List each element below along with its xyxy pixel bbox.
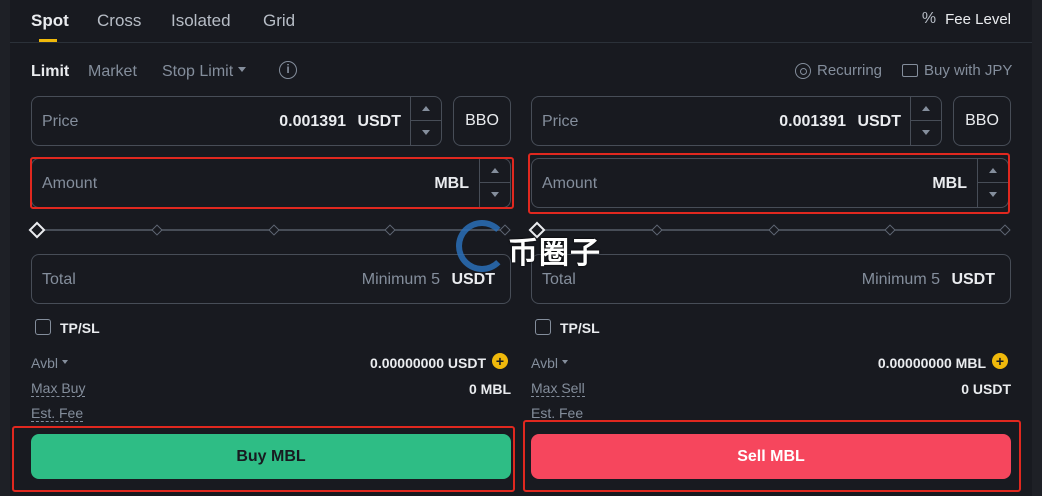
chevron-up-icon[interactable] [480, 159, 510, 183]
sell-avbl-value: 0.00000000 MBL [877, 355, 986, 371]
chevron-down-icon[interactable] [411, 121, 441, 145]
tab-grid[interactable]: Grid [263, 11, 295, 31]
sell-fee-label: Est. Fee [531, 405, 584, 422]
buy-price-unit: USDT [357, 113, 401, 130]
chevron-down-icon [61, 360, 68, 365]
sell-avbl-text: Avbl [531, 355, 558, 371]
tab-cross[interactable]: Cross [97, 11, 141, 31]
chevron-down-icon[interactable] [911, 121, 941, 145]
percent-icon: % [921, 10, 937, 27]
trade-panel: Spot Cross Isolated Grid % Fee Level Lim… [10, 0, 1032, 496]
slider-mark-25[interactable] [651, 224, 663, 236]
watermark-text: 币圈子 [508, 236, 601, 271]
slider-mark-100[interactable] [999, 224, 1011, 236]
sell-total-hint: Minimum 5 [861, 271, 940, 288]
buy-amount-stepper[interactable] [479, 159, 510, 207]
sell-tpsl-checkbox[interactable] [535, 319, 551, 335]
buy-price-label: Price [42, 113, 79, 130]
tab-isolated[interactable]: Isolated [171, 11, 231, 31]
buy-price-stepper[interactable] [410, 97, 441, 145]
chevron-down-icon[interactable] [978, 183, 1008, 207]
recurring-label: Recurring [817, 62, 883, 79]
active-tab-indicator [39, 39, 57, 42]
sell-price-value: 0.001391 [779, 113, 846, 130]
slider-handle[interactable] [28, 221, 46, 239]
sell-total-unit: USDT [951, 271, 995, 288]
plus-circle-icon[interactable]: + [492, 353, 508, 369]
buy-price-value: 0.001391 [279, 113, 346, 130]
stop-limit-label: Stop Limit [162, 63, 234, 80]
slider-mark-75[interactable] [884, 224, 896, 236]
plus-circle-icon[interactable]: + [992, 353, 1008, 369]
sell-price-stepper[interactable] [910, 97, 941, 145]
buy-avbl-label[interactable]: Avbl [31, 355, 68, 371]
recurring-icon [795, 62, 811, 79]
chevron-up-icon[interactable] [411, 97, 441, 121]
chevron-down-icon[interactable] [480, 183, 510, 207]
order-type-market[interactable]: Market [88, 63, 137, 81]
buy-amount-input[interactable]: Amount MBL [31, 158, 511, 208]
buy-button[interactable]: Buy MBL [31, 434, 511, 479]
watermark-logo: 币圈子 [456, 218, 606, 274]
buy-max-label: Max Buy [31, 380, 86, 397]
buy-total-input[interactable]: Total Minimum 5 USDT [31, 254, 511, 304]
buy-tpsl-label: TP/SL [60, 320, 100, 336]
right-edge [1032, 0, 1042, 496]
buy-total-label: Total [42, 271, 76, 288]
buy-tpsl-checkbox[interactable] [35, 319, 51, 335]
slider-mark-50[interactable] [768, 224, 780, 236]
slider-mark-75[interactable] [384, 224, 396, 236]
buy-with-jpy-label: Buy with JPY [924, 62, 1013, 79]
recurring-link[interactable]: Recurring [795, 62, 882, 79]
buy-avbl-value: 0.00000000 USDT [370, 355, 486, 371]
buy-fee-label: Est. Fee [31, 405, 84, 422]
sell-amount-stepper[interactable] [977, 159, 1008, 207]
watermark-ring-icon [456, 220, 508, 272]
buy-max-value: 0 MBL [469, 381, 511, 397]
sell-max-value: 0 USDT [961, 381, 1011, 397]
chevron-up-icon[interactable] [978, 159, 1008, 183]
buy-with-jpy-link[interactable]: Buy with JPY [902, 62, 1012, 79]
sell-price-unit: USDT [857, 113, 901, 130]
order-type-stop-limit[interactable]: Stop Limit [162, 63, 247, 81]
left-edge [0, 0, 10, 496]
sell-bbo-button[interactable]: BBO [953, 96, 1011, 146]
sell-max-label: Max Sell [531, 380, 585, 397]
wallet-icon [902, 64, 918, 77]
sell-price-label: Price [542, 113, 579, 130]
slider-mark-50[interactable] [268, 224, 280, 236]
sell-price-input[interactable]: Price 0.001391 USDT [531, 96, 942, 146]
chevron-down-icon [238, 67, 247, 73]
chevron-down-icon [561, 360, 568, 365]
info-icon[interactable]: i [279, 61, 297, 79]
buy-total-hint: Minimum 5 [361, 271, 440, 288]
buy-price-input[interactable]: Price 0.001391 USDT [31, 96, 442, 146]
fee-level-label: Fee Level [945, 10, 1011, 28]
sell-amount-input[interactable]: Amount MBL [531, 158, 1009, 208]
buy-avbl-text: Avbl [31, 355, 58, 371]
sell-amount-label: Amount [542, 175, 598, 192]
margin-mode-tabs: Spot Cross Isolated Grid % Fee Level [10, 0, 1032, 43]
slider-mark-25[interactable] [151, 224, 163, 236]
order-type-limit[interactable]: Limit [31, 63, 69, 81]
buy-amount-label: Amount [42, 175, 98, 192]
sell-amount-unit: MBL [932, 175, 967, 192]
fee-level-button[interactable]: % Fee Level [922, 10, 1011, 28]
buy-amount-slider[interactable] [28, 221, 511, 239]
sell-button[interactable]: Sell MBL [531, 434, 1011, 479]
sell-avbl-label[interactable]: Avbl [531, 355, 568, 371]
buy-bbo-button[interactable]: BBO [453, 96, 511, 146]
tab-spot[interactable]: Spot [31, 11, 69, 31]
buy-amount-unit: MBL [434, 175, 469, 192]
sell-tpsl-label: TP/SL [560, 320, 600, 336]
chevron-up-icon[interactable] [911, 97, 941, 121]
